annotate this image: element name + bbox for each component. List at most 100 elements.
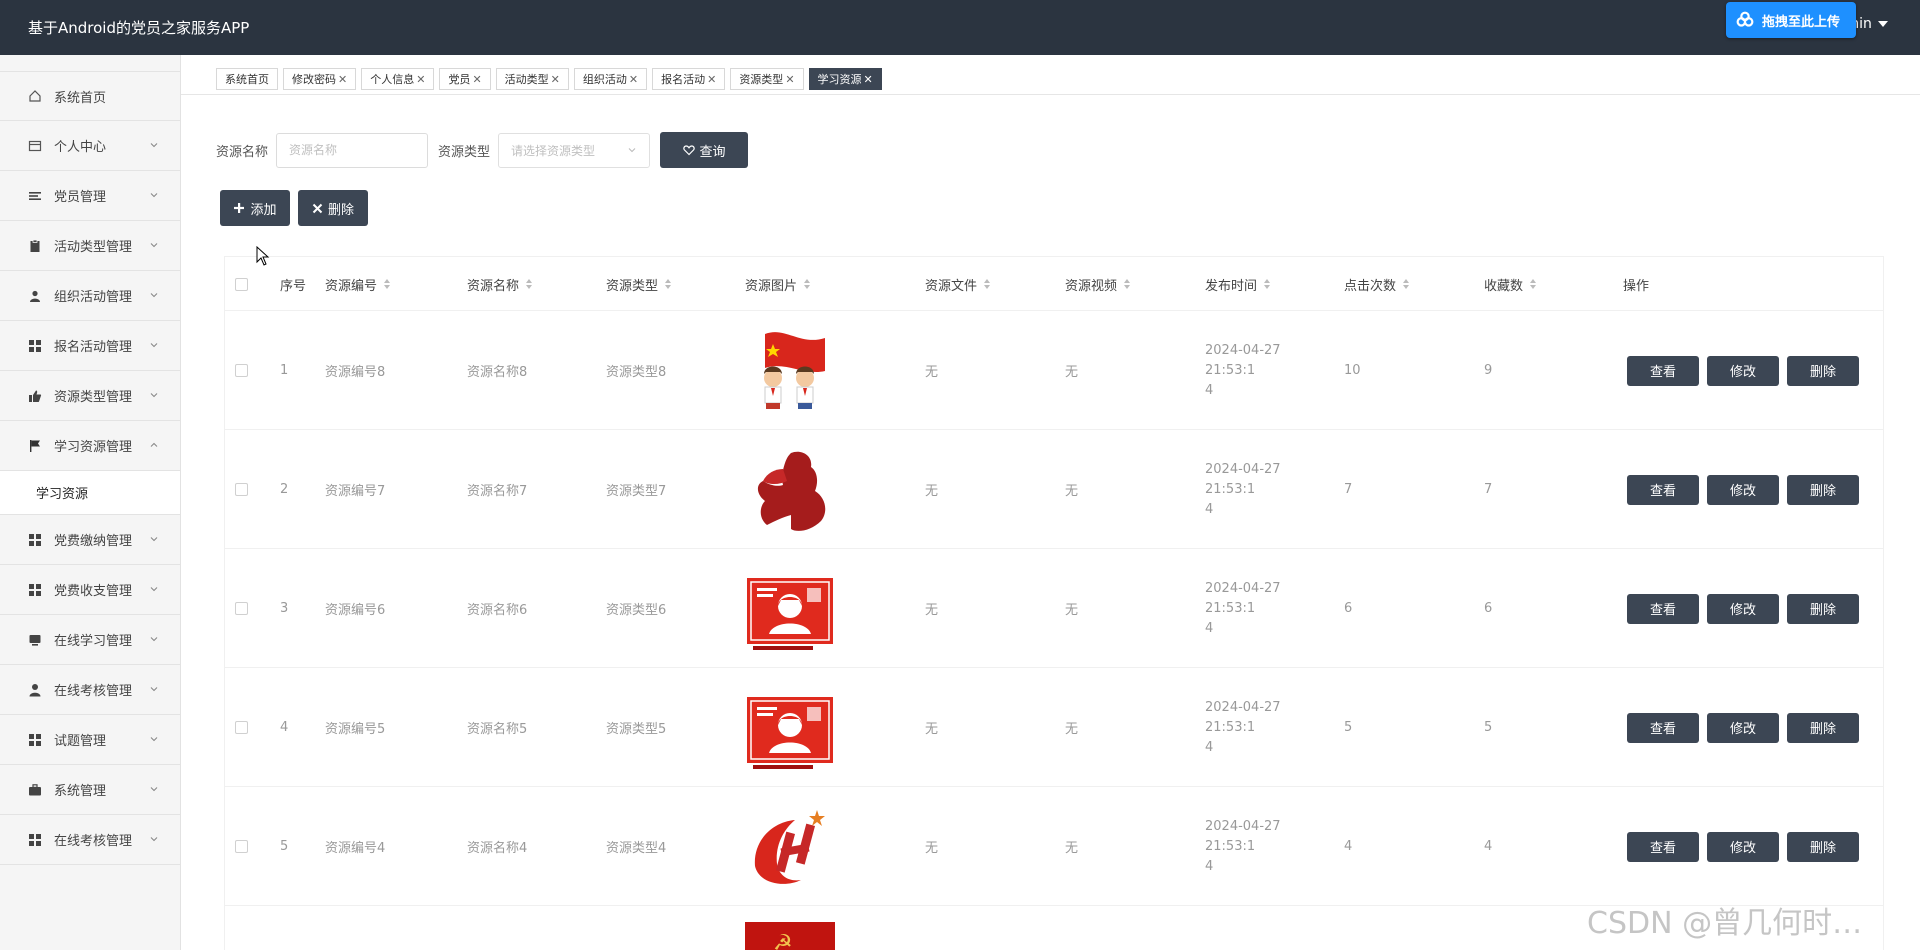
tab-home[interactable]: 系统首页: [216, 68, 278, 90]
sidebar-item-dues-payment-management[interactable]: 党费缴纳管理: [0, 515, 180, 565]
sidebar-item-member-management[interactable]: 党员管理: [0, 171, 180, 221]
tab-signup-activity[interactable]: 报名活动 ✕: [652, 68, 726, 90]
resource-thumbnail[interactable]: [745, 445, 835, 535]
plus-icon: [234, 203, 245, 213]
resource-thumbnail[interactable]: [745, 564, 835, 654]
row-checkbox[interactable]: [235, 364, 248, 377]
row-checkbox[interactable]: [235, 602, 248, 615]
toolbar: 添加 删除: [220, 190, 368, 226]
upload-drop-button[interactable]: 拖拽至此上传: [1726, 2, 1856, 38]
favorite-count-cell: 4: [1484, 839, 1493, 854]
view-button[interactable]: 查看: [1627, 593, 1699, 624]
sidebar-item-dues-finance-management[interactable]: 党费收支管理: [0, 565, 180, 615]
row-checkbox[interactable]: [235, 483, 248, 496]
table-header: 序号 资源编号 资源名称 资源类型 资源图片 资源文件 资源视频 发布时间 点击…: [225, 257, 1883, 311]
close-icon[interactable]: ✕: [864, 73, 873, 86]
view-button[interactable]: 查看: [1627, 831, 1699, 862]
sidebar-item-activity-type-management[interactable]: 活动类型管理: [0, 221, 180, 271]
column-header[interactable]: 发布时间: [1205, 257, 1271, 311]
sidebar-item-signup-activity-management[interactable]: 报名活动管理: [0, 321, 180, 371]
edit-button[interactable]: 修改: [1707, 712, 1779, 743]
row-checkbox[interactable]: [235, 840, 248, 853]
tab-learning-resource[interactable]: 学习资源 ✕: [808, 68, 882, 90]
resource-type-label: 资源类型: [438, 144, 491, 160]
delete-button[interactable]: 删除: [1787, 474, 1859, 505]
tab-organization-activity[interactable]: 组织活动 ✕: [573, 68, 648, 90]
batch-delete-button[interactable]: 删除: [298, 190, 368, 226]
sort-icon[interactable]: [803, 278, 811, 290]
sort-icon[interactable]: [383, 278, 391, 290]
tab-change-password[interactable]: 修改密码 ✕: [283, 68, 357, 90]
tab-personal-info[interactable]: 个人信息 ✕: [361, 68, 435, 90]
column-header[interactable]: 资源名称: [467, 257, 533, 311]
click-count-cell: 4: [1344, 839, 1353, 854]
row-checkbox[interactable]: [235, 721, 248, 734]
resource-name-input[interactable]: [276, 132, 429, 168]
edit-button[interactable]: 修改: [1707, 355, 1779, 386]
sidebar-item-resource-type-management[interactable]: 资源类型管理: [0, 371, 180, 421]
sidebar-item-online-assessment-management-2[interactable]: 在线考核管理: [0, 815, 180, 865]
edit-button[interactable]: 修改: [1707, 593, 1779, 624]
column-header[interactable]: 资源文件: [925, 257, 991, 311]
column-header[interactable]: 资源类型: [606, 257, 672, 311]
sort-icon[interactable]: [1529, 278, 1537, 290]
sidebar-item-label: 党员管理: [54, 190, 107, 205]
tab-resource-type[interactable]: 资源类型 ✕: [730, 68, 804, 90]
close-icon[interactable]: ✕: [416, 73, 425, 86]
resource-thumbnail[interactable]: [745, 683, 835, 773]
column-header[interactable]: 资源视频: [1065, 257, 1131, 311]
image-cell: [745, 311, 835, 430]
tab-activity-type[interactable]: 活动类型 ✕: [495, 68, 569, 90]
sort-icon[interactable]: [1402, 278, 1410, 290]
sidebar-item-online-learning-management[interactable]: 在线学习管理: [0, 615, 180, 665]
close-icon[interactable]: ✕: [707, 73, 716, 86]
caret-down-icon: [1877, 21, 1888, 27]
tab-member[interactable]: 党员 ✕: [439, 68, 491, 90]
query-button[interactable]: 查询: [660, 132, 749, 168]
close-icon[interactable]: ✕: [551, 73, 560, 86]
close-icon[interactable]: ✕: [629, 73, 638, 86]
close-icon[interactable]: ✕: [785, 73, 794, 86]
delete-button[interactable]: 删除: [1787, 831, 1859, 862]
resource-thumbnail[interactable]: [745, 802, 835, 892]
view-button[interactable]: 查看: [1627, 474, 1699, 505]
favorite-count-cell: 9: [1484, 363, 1493, 378]
resource-type-select[interactable]: 请选择资源类型: [498, 132, 651, 168]
list-icon: [28, 189, 42, 203]
column-header[interactable]: 资源图片: [745, 257, 811, 311]
row-select-cell: [235, 311, 248, 430]
column-header[interactable]: 收藏数: [1484, 257, 1537, 311]
sidebar-item-online-assessment-management[interactable]: 在线考核管理: [0, 665, 180, 715]
close-icon[interactable]: ✕: [472, 73, 481, 86]
select-all-checkbox[interactable]: [235, 277, 248, 291]
view-button[interactable]: 查看: [1627, 712, 1699, 743]
sidebar-item-learning-resource-management[interactable]: 学习资源管理: [0, 421, 180, 471]
sidebar-item-organization-activity-management[interactable]: 组织活动管理: [0, 271, 180, 321]
sidebar-subitem-learning-resource[interactable]: 学习资源: [0, 471, 180, 515]
resource-thumbnail[interactable]: ☭: [745, 920, 835, 950]
sidebar-item-label: 党费缴纳管理: [54, 534, 133, 549]
resource-thumbnail[interactable]: [745, 326, 835, 416]
click-count-cell: 7: [1344, 482, 1353, 497]
delete-button[interactable]: 删除: [1787, 712, 1859, 743]
delete-button[interactable]: 删除: [1787, 593, 1859, 624]
sidebar-item-question-management[interactable]: 试题管理: [0, 715, 180, 765]
sort-icon[interactable]: [664, 278, 672, 290]
column-header[interactable]: 资源编号: [325, 257, 391, 311]
close-icon[interactable]: ✕: [338, 73, 347, 86]
sort-icon[interactable]: [1123, 278, 1131, 290]
add-button[interactable]: 添加: [220, 190, 290, 226]
sort-icon[interactable]: [983, 278, 991, 290]
sort-icon[interactable]: [525, 278, 533, 290]
publish-time-line1: 2024-04-27 21:53:1: [1205, 342, 1281, 378]
tab-label: 资源类型: [739, 73, 784, 86]
column-header[interactable]: 点击次数: [1344, 257, 1410, 311]
view-button[interactable]: 查看: [1627, 355, 1699, 386]
edit-button[interactable]: 修改: [1707, 831, 1779, 862]
sidebar-item-system-management[interactable]: 系统管理: [0, 765, 180, 815]
sort-icon[interactable]: [1263, 278, 1271, 290]
sidebar-item-home[interactable]: 系统首页: [0, 71, 180, 121]
sidebar-item-personal-center[interactable]: 个人中心: [0, 121, 180, 171]
delete-button[interactable]: 删除: [1787, 355, 1859, 386]
edit-button[interactable]: 修改: [1707, 474, 1779, 505]
